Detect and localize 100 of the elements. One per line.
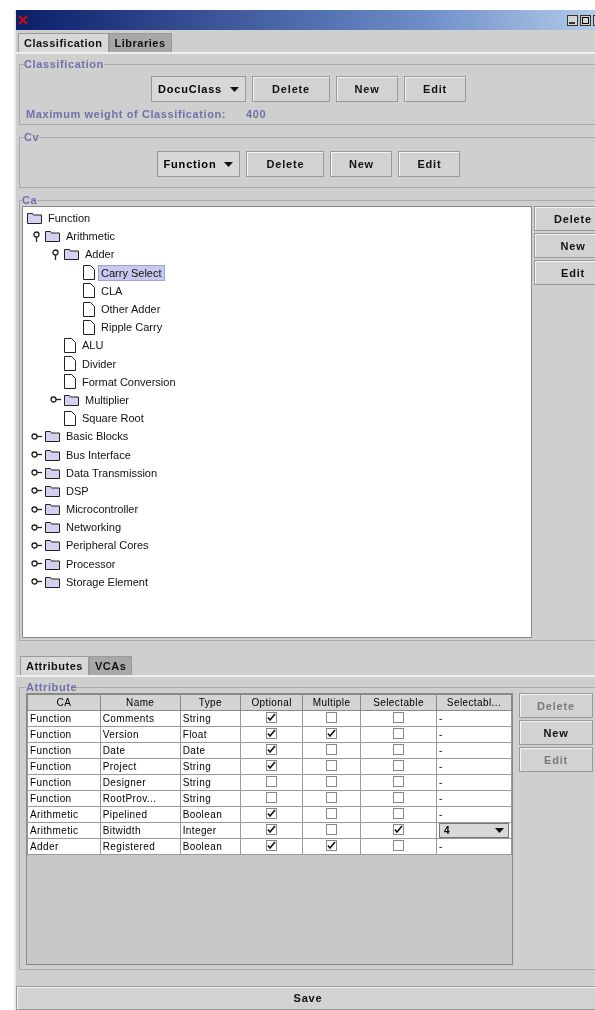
cv-dropdown[interactable]: Function: [156, 151, 241, 177]
collapsed-handle-icon[interactable]: [31, 467, 42, 479]
side-button[interactable]: Edit: [534, 260, 595, 285]
checkbox[interactable]: [326, 728, 338, 739]
maximize-icon[interactable]: [580, 14, 591, 26]
tree-item[interactable]: Adder: [82, 246, 118, 263]
tree-item[interactable]: Storage Element: [63, 573, 151, 590]
tree-item[interactable]: Processor: [63, 555, 119, 572]
tree-item[interactable]: Multiplier: [82, 391, 132, 408]
checkbox[interactable]: [393, 840, 405, 851]
column-header[interactable]: Selectabl...: [436, 694, 512, 711]
tab[interactable]: Classification: [18, 33, 109, 52]
tree-item[interactable]: Ripple Carry: [98, 319, 166, 336]
tree-item[interactable]: Format Conversion: [79, 373, 179, 390]
tab[interactable]: Attributes: [20, 656, 89, 675]
folder-icon: [64, 393, 79, 406]
checkbox[interactable]: [326, 808, 338, 819]
checkbox[interactable]: [393, 824, 405, 835]
panel-button[interactable]: New: [336, 76, 399, 102]
panel-title: Attribute: [26, 681, 78, 693]
checkbox[interactable]: [393, 760, 405, 771]
panel-title: Cv: [24, 131, 40, 143]
folder-icon: [45, 503, 60, 516]
collapsed-handle-icon[interactable]: [31, 503, 42, 515]
checkbox[interactable]: [326, 840, 338, 851]
caret-icon: [224, 161, 234, 167]
checkbox[interactable]: [266, 808, 278, 819]
tree-item[interactable]: Networking: [63, 519, 125, 536]
value-dropdown[interactable]: 4: [439, 823, 509, 838]
checkbox[interactable]: [393, 744, 405, 755]
folder-icon: [45, 230, 60, 243]
collapsed-handle-icon[interactable]: [31, 430, 42, 442]
tab[interactable]: VCAs: [88, 656, 133, 675]
checkbox[interactable]: [326, 792, 338, 803]
column-header[interactable]: Name: [100, 694, 181, 711]
tree-item[interactable]: CLA: [98, 282, 126, 299]
checkbox[interactable]: [393, 808, 405, 819]
checkbox[interactable]: [266, 760, 278, 771]
column-header[interactable]: Selectable: [360, 694, 437, 711]
checkbox[interactable]: [266, 792, 278, 803]
tree-item[interactable]: Square Root: [79, 410, 147, 427]
save-button[interactable]: Save: [16, 986, 595, 1010]
minimize-icon[interactable]: [567, 14, 578, 26]
expanded-handle-icon[interactable]: [31, 230, 42, 242]
panel-button[interactable]: Delete: [252, 76, 331, 102]
checkbox[interactable]: [393, 792, 405, 803]
collapsed-handle-icon[interactable]: [50, 394, 61, 406]
tree-item[interactable]: Microcontroller: [63, 501, 142, 518]
checkbox[interactable]: [266, 824, 278, 835]
column-header[interactable]: Type: [180, 694, 241, 711]
tree-item[interactable]: ALU: [79, 337, 107, 354]
checkbox[interactable]: [266, 776, 278, 787]
collapsed-handle-icon[interactable]: [31, 521, 42, 533]
tree-item[interactable]: Arithmetic: [63, 228, 118, 245]
side-button[interactable]: New: [534, 233, 595, 258]
classification-dropdown[interactable]: DocuClass: [150, 76, 247, 102]
side-button[interactable]: New: [519, 720, 593, 745]
tree-item[interactable]: Peripheral Cores: [63, 537, 152, 554]
collapsed-handle-icon[interactable]: [31, 558, 42, 570]
collapsed-handle-icon[interactable]: [31, 576, 42, 588]
checkbox[interactable]: [326, 744, 338, 755]
checkbox[interactable]: [326, 712, 338, 723]
column-header[interactable]: Optional: [240, 694, 303, 711]
tree-item[interactable]: Carry Select: [98, 264, 165, 281]
tree-item[interactable]: Bus Interface: [63, 446, 134, 463]
checkbox[interactable]: [266, 728, 278, 739]
checkbox[interactable]: [393, 728, 405, 739]
panel-button[interactable]: Edit: [398, 151, 461, 177]
tree-item[interactable]: Data Transmission: [63, 464, 161, 481]
tree-item[interactable]: Function: [45, 210, 94, 227]
checkbox[interactable]: [326, 760, 338, 771]
tree-item[interactable]: Other Adder: [98, 301, 164, 318]
tree-item[interactable]: Basic Blocks: [63, 428, 132, 445]
column-header[interactable]: CA: [27, 694, 101, 711]
checkbox[interactable]: [326, 824, 338, 835]
column-header[interactable]: Multiple: [302, 694, 361, 711]
checkbox[interactable]: [326, 776, 338, 787]
collapsed-handle-icon[interactable]: [31, 539, 42, 551]
app-icon: [18, 15, 28, 25]
folder-icon: [27, 212, 42, 225]
tab[interactable]: Libraries: [108, 33, 172, 52]
side-button[interactable]: Delete: [534, 206, 595, 231]
checkbox[interactable]: [266, 840, 278, 851]
checkbox[interactable]: [393, 776, 405, 787]
expanded-handle-icon[interactable]: [50, 248, 61, 260]
document-icon: [83, 265, 95, 281]
folder-icon: [45, 484, 60, 497]
document-icon: [64, 410, 76, 426]
panel-button[interactable]: Edit: [404, 76, 467, 102]
collapsed-handle-icon[interactable]: [31, 449, 42, 461]
tree-item[interactable]: DSP: [63, 482, 92, 499]
panel-button[interactable]: Delete: [246, 151, 325, 177]
checkbox[interactable]: [393, 712, 405, 723]
document-icon: [64, 356, 76, 372]
checkbox[interactable]: [266, 712, 278, 723]
collapsed-handle-icon[interactable]: [31, 485, 42, 497]
panel-title: Classification: [24, 58, 104, 70]
tree-item[interactable]: Divider: [79, 355, 120, 372]
panel-button[interactable]: New: [330, 151, 393, 177]
checkbox[interactable]: [266, 744, 278, 755]
